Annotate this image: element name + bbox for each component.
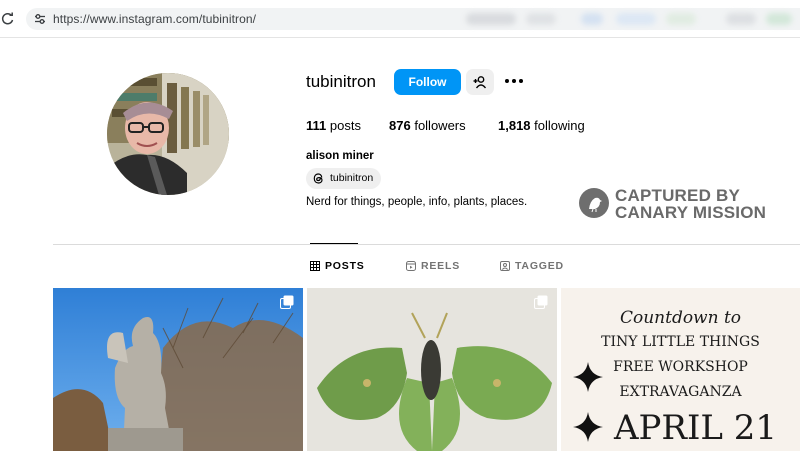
tab-tagged[interactable]: TAGGED <box>500 260 564 272</box>
blurred-toolbar-item <box>726 13 756 25</box>
followers-label: followers <box>414 118 466 133</box>
grid-icon <box>310 261 320 271</box>
blurred-toolbar-item <box>666 13 696 25</box>
blurred-toolbar-item <box>466 13 516 25</box>
post-tile[interactable]: Countdown to TINY LITTLE THINGS FREE WOR… <box>561 288 800 451</box>
site-settings-icon[interactable] <box>32 11 48 27</box>
followers-count: 876 <box>389 118 411 133</box>
luna-moth-photo <box>307 288 557 451</box>
watermark-line-2: CANARY MISSION <box>615 203 767 222</box>
url-text[interactable]: https://www.instagram.com/tubinitron/ <box>53 12 256 26</box>
threads-handle: tubinitron <box>330 172 374 184</box>
followers-stat[interactable]: 876 followers <box>389 118 466 133</box>
tab-tagged-label: TAGGED <box>515 260 564 272</box>
following-label: following <box>534 118 585 133</box>
sparkle-icon <box>573 362 603 392</box>
angel-statue-photo <box>53 288 303 451</box>
flyer-line-1: Countdown to <box>619 308 742 328</box>
tagged-icon <box>500 261 510 271</box>
blurred-toolbar-item <box>766 13 792 25</box>
tab-divider <box>53 244 800 245</box>
carousel-icon <box>280 295 294 309</box>
canary-logo-icon <box>579 188 609 218</box>
follow-button[interactable]: Follow <box>394 69 461 95</box>
threads-icon <box>313 173 323 184</box>
active-tab-indicator <box>310 243 358 244</box>
profile-full-name: alison miner <box>306 150 374 162</box>
following-count: 1,818 <box>498 118 531 133</box>
more-options-icon[interactable] <box>503 70 525 92</box>
carousel-icon <box>534 295 548 309</box>
address-bar[interactable]: https://www.instagram.com/tubinitron/ <box>26 8 800 30</box>
blurred-toolbar-item <box>581 13 603 25</box>
tab-posts-label: POSTS <box>325 260 365 272</box>
blurred-toolbar-item <box>616 13 656 25</box>
tab-reels[interactable]: REELS <box>406 260 460 272</box>
tab-reels-label: REELS <box>421 260 461 272</box>
threads-link[interactable]: tubinitron <box>306 168 382 189</box>
blurred-toolbar-item <box>526 13 556 25</box>
add-person-icon <box>473 76 487 89</box>
profile-bio: Nerd for things, people, info, plants, p… <box>306 196 528 208</box>
avatar-photo <box>107 73 229 195</box>
profile-avatar[interactable] <box>107 73 229 195</box>
posts-label: posts <box>329 118 361 133</box>
profile-username: tubinitron <box>306 72 376 91</box>
flyer-line-2: TINY LITTLE THINGS <box>601 334 760 350</box>
reels-icon <box>406 261 416 271</box>
reload-icon[interactable] <box>0 11 16 27</box>
tab-posts[interactable]: POSTS <box>310 260 365 272</box>
post-tile[interactable] <box>53 288 303 451</box>
post-tile[interactable] <box>307 288 557 451</box>
following-stat[interactable]: 1,818 following <box>498 118 585 133</box>
browser-toolbar: https://www.instagram.com/tubinitron/ <box>0 0 800 38</box>
suggested-accounts-button[interactable] <box>466 69 494 95</box>
sparkle-icon <box>573 412 603 442</box>
canary-mission-watermark: CAPTURED BY CANARY MISSION <box>579 186 779 226</box>
posts-stat: 111 posts <box>306 118 361 133</box>
posts-count: 111 <box>306 118 327 133</box>
